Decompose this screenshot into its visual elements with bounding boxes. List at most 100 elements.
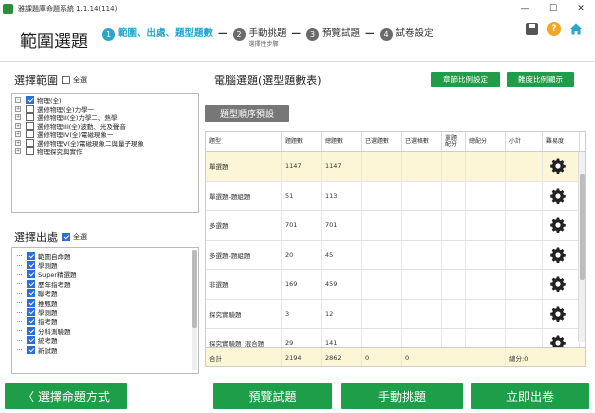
maximize-button[interactable]: ☐ xyxy=(539,0,567,18)
table-scrollbar[interactable] xyxy=(578,152,585,342)
gear-icon[interactable] xyxy=(550,247,566,263)
preview-button[interactable]: 預覽試題 xyxy=(213,383,332,409)
selected-cells-cell[interactable] xyxy=(402,152,442,181)
source-checkbox[interactable] xyxy=(27,298,35,307)
selected-cells-cell[interactable] xyxy=(402,211,442,240)
tree-item[interactable]: + 物理探究與實作 xyxy=(15,147,195,156)
total-score-cell[interactable] xyxy=(466,299,506,328)
scrollbar-thumb[interactable] xyxy=(580,174,585,280)
gear-icon[interactable] xyxy=(550,188,566,204)
list-item[interactable]: 分科測驗題 xyxy=(17,326,195,336)
table-header: 題型 題題數 總題數 已選題數 已選格數 單題 配分 總配分 小計 難易度 xyxy=(206,132,585,152)
source-checkbox[interactable] xyxy=(27,270,35,279)
source-checkbox[interactable] xyxy=(27,251,35,260)
step-2-number: 2 xyxy=(232,28,246,41)
score-cell[interactable] xyxy=(442,270,466,299)
list-item[interactable]: 範圍自命題 xyxy=(17,251,195,261)
list-item[interactable]: 指考題 xyxy=(17,317,195,326)
selected-count-cell[interactable] xyxy=(362,181,402,210)
selected-cells-cell[interactable] xyxy=(402,181,442,210)
back-button[interactable]: 〈 選擇命題方式 xyxy=(5,383,127,409)
home-button[interactable] xyxy=(569,22,583,36)
scope-checkbox[interactable] xyxy=(26,138,34,147)
gear-icon[interactable] xyxy=(550,158,566,175)
footer-score: 總分:0 xyxy=(509,354,529,363)
score-cell[interactable] xyxy=(442,240,466,269)
scope-checkbox[interactable] xyxy=(26,130,34,139)
selected-count-cell[interactable] xyxy=(362,152,402,181)
total-score-cell[interactable] xyxy=(466,211,506,240)
total-score-cell[interactable] xyxy=(466,152,506,181)
source-checkbox[interactable] xyxy=(27,308,35,317)
list-item[interactable]: 學測題 xyxy=(17,307,195,317)
manual-select-button[interactable]: 手動挑題 xyxy=(341,383,463,409)
source-scrollbar[interactable] xyxy=(192,250,197,370)
difficulty-ratio-button[interactable]: 難度比例顯示 xyxy=(507,72,574,87)
total-score-cell[interactable] xyxy=(466,181,506,210)
expand-icon[interactable]: + xyxy=(15,131,21,138)
table-row[interactable]: 非選題 169 459 xyxy=(206,270,585,300)
save-button[interactable] xyxy=(525,22,539,36)
list-item[interactable]: 新試題 xyxy=(17,345,195,355)
chapter-ratio-button[interactable]: 章節比例設定 xyxy=(431,72,500,87)
help-button[interactable]: ? xyxy=(547,22,561,36)
expand-icon[interactable]: + xyxy=(15,122,21,129)
scope-checkbox[interactable] xyxy=(26,113,34,122)
expand-icon[interactable]: + xyxy=(15,114,21,121)
scope-checkbox[interactable] xyxy=(26,121,34,130)
source-checkbox[interactable] xyxy=(27,279,35,288)
table-row[interactable]: 單選題 1147 1147 xyxy=(206,152,585,182)
minimize-button[interactable]: — xyxy=(511,0,539,18)
selected-cells-cell[interactable] xyxy=(402,299,442,328)
table-row[interactable]: 多選題-題組題 20 45 xyxy=(206,240,585,270)
scrollbar-thumb[interactable] xyxy=(192,250,197,328)
question-order-button[interactable]: 題型順序預設 xyxy=(205,105,289,122)
selected-count-cell[interactable] xyxy=(362,270,402,299)
table-row[interactable]: 單選題-題組題 51 113 xyxy=(206,181,585,211)
expand-icon[interactable]: + xyxy=(15,139,21,146)
count-cell: 169 xyxy=(282,270,322,299)
total-score-cell[interactable] xyxy=(466,270,506,299)
score-cell[interactable] xyxy=(442,211,466,240)
source-checkbox[interactable] xyxy=(27,345,35,354)
list-item[interactable]: 推甄題 xyxy=(17,298,195,308)
list-item[interactable]: 聯考題 xyxy=(17,289,195,298)
expand-icon[interactable]: - xyxy=(15,97,21,104)
scope-checkbox[interactable] xyxy=(26,96,34,105)
score-cell[interactable] xyxy=(442,152,466,181)
total-score-cell[interactable] xyxy=(466,240,506,269)
type-cell: 非選題 xyxy=(206,270,282,299)
table-row[interactable]: 探究實驗題 3 12 xyxy=(206,299,585,329)
publish-button[interactable]: 立即出卷 xyxy=(471,383,589,409)
list-item[interactable]: 學測題 xyxy=(17,260,195,270)
score-cell[interactable] xyxy=(442,299,466,328)
selected-count-cell[interactable] xyxy=(362,211,402,240)
table-row[interactable]: 多選題 701 701 xyxy=(206,211,585,241)
scope-select-all-checkbox[interactable] xyxy=(62,76,70,84)
scope-checkbox[interactable] xyxy=(26,147,34,156)
source-checkbox[interactable] xyxy=(27,326,35,335)
list-item[interactable]: Super精選題 xyxy=(17,270,195,279)
scope-checkbox[interactable] xyxy=(26,104,34,113)
footer-count: 2194 xyxy=(282,348,322,366)
gear-icon[interactable] xyxy=(550,306,566,322)
total-cell: 113 xyxy=(322,181,362,210)
gear-icon[interactable] xyxy=(550,276,566,293)
column-header: 總配分 xyxy=(466,132,506,151)
source-checkbox[interactable] xyxy=(27,261,35,270)
source-checkbox[interactable] xyxy=(27,317,35,326)
gear-icon[interactable] xyxy=(550,217,566,234)
expand-icon[interactable]: + xyxy=(15,148,21,155)
selected-cells-cell[interactable] xyxy=(402,240,442,269)
selected-count-cell[interactable] xyxy=(362,240,402,269)
source-checkbox[interactable] xyxy=(27,336,35,345)
source-checkbox[interactable] xyxy=(27,289,35,298)
selected-count-cell[interactable] xyxy=(362,299,402,328)
selected-cells-cell[interactable] xyxy=(402,270,442,299)
list-item[interactable]: 歷年指考題 xyxy=(17,279,195,289)
expand-icon[interactable]: + xyxy=(15,105,21,112)
source-select-all-checkbox[interactable] xyxy=(62,233,70,241)
close-button[interactable]: ✕ xyxy=(567,0,595,18)
list-item[interactable]: 統考題 xyxy=(17,336,195,345)
score-cell[interactable] xyxy=(442,181,466,210)
